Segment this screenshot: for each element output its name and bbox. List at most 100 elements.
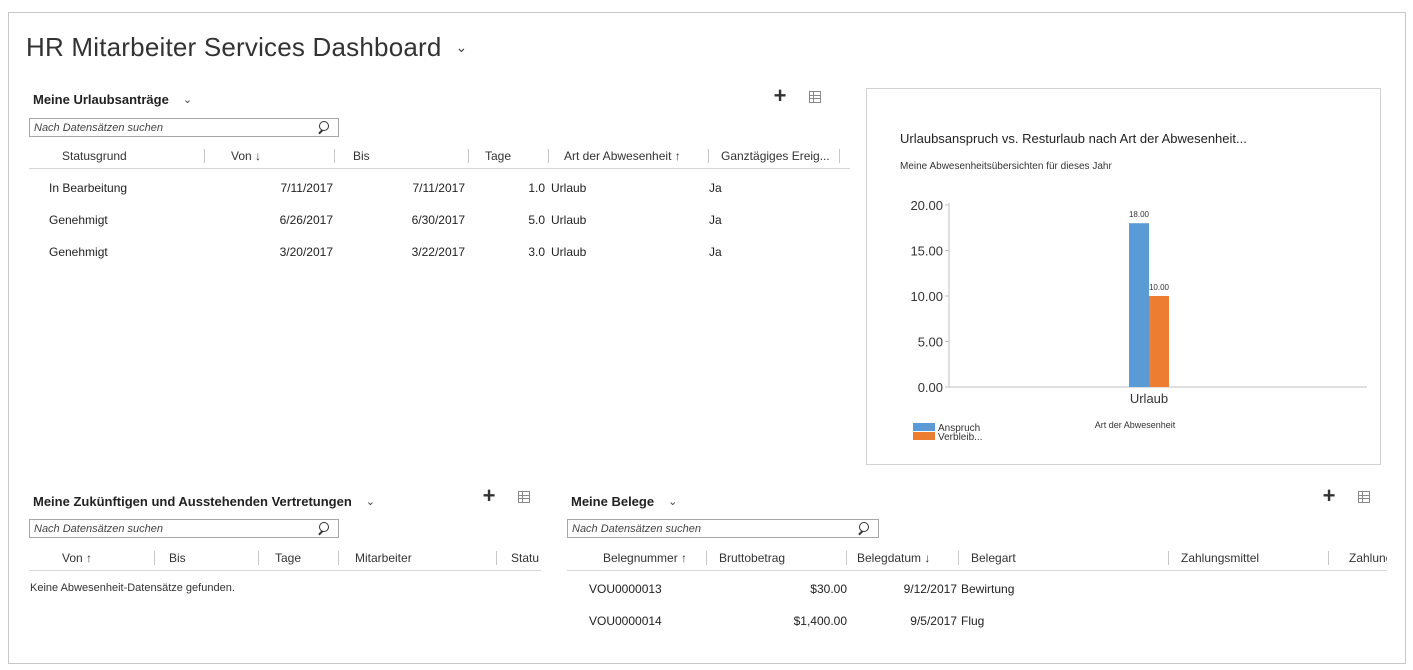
add-deputy-button[interactable]: + — [479, 483, 499, 508]
chart-title: Urlaubsanspruch vs. Resturlaub nach Art … — [900, 131, 1247, 146]
legend-swatch — [913, 423, 935, 431]
column-header-zahlungsmittel[interactable]: Zahlungsmittel — [1169, 545, 1329, 571]
search-icon[interactable] — [316, 521, 332, 537]
deputies-view-button[interactable] — [514, 487, 534, 507]
table-cell: Bewirtung — [961, 582, 1015, 596]
table-cell: 3.0 — [528, 245, 545, 259]
table-cell: 7/11/2017 — [280, 181, 334, 195]
column-header-belegdatum[interactable]: Belegdatum ↓ — [847, 545, 959, 571]
grid-view-icon — [518, 491, 530, 503]
chevron-down-icon[interactable]: ⌄ — [456, 39, 468, 56]
table-cell: 5.0 — [528, 213, 545, 227]
deputies-panel-title-text: Meine Zukünftigen und Ausstehenden Vertr… — [33, 494, 352, 509]
chart-y-tick-label: 5.00 — [918, 335, 943, 350]
receipts-panel-title[interactable]: Meine Belege ⌄ — [571, 494, 677, 509]
grid-view-icon — [1358, 491, 1370, 503]
table-cell: 1.0 — [528, 181, 545, 195]
add-leave-button[interactable]: + — [770, 83, 790, 108]
column-header-ganztaegiges-ereignis[interactable]: Ganztägiges Ereig... — [709, 143, 840, 169]
column-header-status[interactable]: Statu — [497, 545, 541, 571]
column-header-zahlung[interactable]: Zahlung — [1329, 545, 1387, 571]
column-header-von[interactable]: Von ↓ — [205, 143, 335, 169]
leave-search-input[interactable] — [30, 119, 316, 136]
leave-chart-panel: Urlaubsanspruch vs. Resturlaub nach Art … — [866, 88, 1381, 465]
table-cell: 9/5/2017 — [910, 614, 957, 628]
deputies-table-header: Von ↑ Bis Tage Mitarbeiter Statu — [29, 545, 541, 571]
leave-panel-title[interactable]: Meine Urlaubsanträge ⌄ — [33, 92, 192, 107]
leave-panel-title-text: Meine Urlaubsanträge — [33, 92, 169, 107]
column-header-von[interactable]: Von ↑ — [29, 545, 155, 571]
chart-y-tick-label: 15.00 — [910, 244, 943, 259]
dashboard-title-text: HR Mitarbeiter Services Dashboard — [26, 32, 442, 62]
table-cell: Urlaub — [551, 181, 587, 195]
chevron-down-icon[interactable]: ⌄ — [183, 93, 192, 106]
chart-y-tick-label: 20.00 — [910, 198, 943, 213]
add-receipt-button[interactable]: + — [1319, 483, 1339, 508]
deputies-empty-message: Keine Abwesenheit-Datensätze gefunden. — [30, 582, 235, 594]
deputies-panel-title[interactable]: Meine Zukünftigen und Ausstehenden Vertr… — [33, 494, 375, 509]
table-cell: 3/20/2017 — [279, 245, 333, 259]
table-cell: In Bearbeitung — [49, 181, 128, 195]
table-cell: 7/11/2017 — [412, 181, 466, 195]
table-row[interactable]: VOU0000014 $1,400.00 9/5/2017 Flug — [567, 605, 1367, 637]
table-row[interactable]: Genehmigt 6/26/2017 6/30/2017 5.0 Urlaub Ja — [29, 204, 829, 236]
table-cell: Genehmigt — [49, 245, 108, 259]
chart-y-tick-label: 10.00 — [910, 289, 943, 304]
table-cell: Genehmigt — [49, 213, 108, 227]
search-icon[interactable] — [856, 521, 872, 537]
table-row[interactable]: In Bearbeitung 7/11/2017 7/11/2017 1.0 Urlau… — [29, 172, 829, 204]
plus-icon: + — [482, 483, 496, 508]
chart-bar-anspruch[interactable] — [1129, 223, 1149, 387]
search-icon[interactable] — [316, 120, 332, 136]
receipts-panel-title-text: Meine Belege — [571, 494, 655, 509]
column-header-belegnummer[interactable]: Belegnummer ↑ — [567, 545, 707, 571]
deputies-search-input[interactable] — [30, 520, 316, 537]
table-row[interactable]: Genehmigt 3/20/2017 3/22/2017 3.0 Urlaub Ja — [29, 236, 829, 268]
column-header-bruttobetrag[interactable]: Bruttobetrag — [707, 545, 847, 571]
chart-x-tick-label: Urlaub — [1130, 391, 1168, 406]
receipts-search-input[interactable] — [568, 520, 856, 537]
table-cell: Flug — [961, 614, 985, 628]
receipts-view-button[interactable] — [1354, 487, 1374, 507]
legend-swatch — [913, 432, 935, 440]
table-cell: 6/30/2017 — [411, 213, 465, 227]
table-cell: $30.00 — [810, 582, 847, 596]
chart-y-tick-label: 0.00 — [918, 380, 943, 395]
table-cell: Urlaub — [551, 213, 587, 227]
chart-subtitle: Meine Abwesenheitsübersichten für dieses… — [900, 161, 1112, 172]
chart-data-label: 18.00 — [1129, 210, 1150, 219]
column-header-mitarbeiter[interactable]: Mitarbeiter — [339, 545, 497, 571]
column-header-bis[interactable]: Bis — [335, 143, 469, 169]
chevron-down-icon[interactable]: ⌄ — [366, 495, 375, 508]
grid-view-icon — [809, 91, 821, 103]
column-header-belegart[interactable]: Belegart — [959, 545, 1169, 571]
table-cell: 9/12/2017 — [903, 582, 957, 596]
plus-icon: + — [1322, 483, 1336, 508]
dashboard-title[interactable]: HR Mitarbeiter Services Dashboard ⌄ — [26, 32, 467, 63]
table-cell: $1,400.00 — [793, 614, 847, 628]
plus-icon: + — [773, 83, 787, 108]
table-row[interactable]: VOU0000013 $30.00 9/12/2017 Bewirtung — [567, 573, 1367, 605]
table-cell: Urlaub — [551, 245, 587, 259]
chevron-down-icon[interactable]: ⌄ — [668, 495, 677, 508]
receipts-search-box — [567, 519, 879, 538]
receipts-table-header: Belegnummer ↑ Bruttobetrag Belegdatum ↓ … — [567, 545, 1387, 571]
leave-chart: Urlaubsanspruch vs. Resturlaub nach Art … — [900, 131, 1367, 443]
leave-table-header: Statusgrund Von ↓ Bis Tage Art der Abwes… — [29, 143, 850, 169]
leave-search-box — [29, 118, 339, 137]
leave-view-button[interactable] — [805, 87, 825, 107]
deputies-search-box — [29, 519, 339, 538]
table-cell: 3/22/2017 — [411, 245, 465, 259]
table-cell: VOU0000014 — [589, 614, 662, 628]
table-cell: VOU0000013 — [589, 582, 662, 596]
table-cell: Ja — [709, 181, 722, 195]
legend-entry[interactable]: Verbleib... — [938, 432, 982, 443]
column-header-tage[interactable]: Tage — [469, 143, 549, 169]
chart-x-axis-label: Art der Abwesenheit — [1095, 420, 1176, 430]
column-header-art-der-abwesenheit[interactable]: Art der Abwesenheit ↑ — [549, 143, 709, 169]
chart-bar-verbleib[interactable] — [1149, 296, 1169, 387]
column-header-statusgrund[interactable]: Statusgrund — [29, 143, 205, 169]
column-header-tage[interactable]: Tage — [259, 545, 339, 571]
column-header-bis[interactable]: Bis — [155, 545, 259, 571]
table-cell: 6/26/2017 — [279, 213, 333, 227]
